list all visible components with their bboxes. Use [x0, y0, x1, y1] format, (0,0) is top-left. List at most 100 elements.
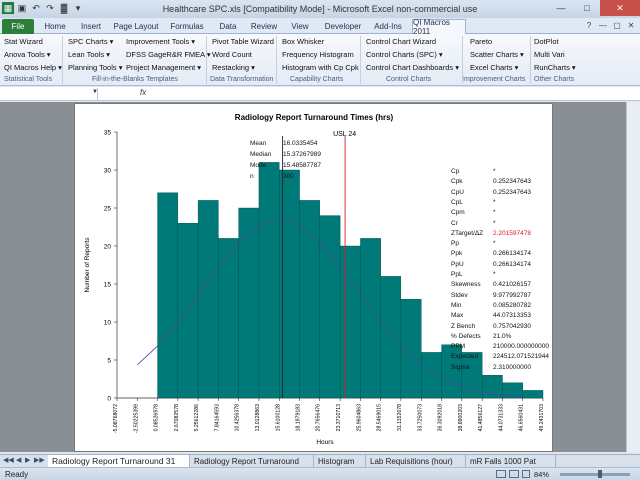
x-tick-label: 28.5469015 — [377, 404, 383, 432]
ribbon-control-charts-spc-button[interactable]: Control Charts (SPC) ▾ — [366, 50, 443, 59]
ribbon-anova-tools-button[interactable]: Anova Tools ▾ — [4, 50, 51, 59]
y-tick-label: 0 — [107, 396, 111, 403]
histogram-chart[interactable]: Radiology Report Turnaround Times (hrs) 0… — [74, 103, 553, 452]
capability-stat-value: 224512.071521944 — [493, 353, 550, 361]
ribbon-pareto-button[interactable]: Pareto — [470, 37, 492, 46]
sheet-tab[interactable]: Lab Requisitions (hour) — [366, 455, 466, 467]
close-icon[interactable]: ✕ — [600, 0, 640, 16]
fx-icon[interactable]: fx — [140, 88, 146, 97]
ribbon-minimize-icon[interactable]: — — [598, 19, 608, 31]
tab-file[interactable]: File — [2, 19, 34, 34]
ribbon-dotplot-button[interactable]: DotPlot — [534, 37, 559, 46]
ribbon-group-capability-charts: Capability Charts — [290, 76, 344, 83]
usl-label: USL 24 — [333, 131, 356, 138]
capability-stat-label: Cp — [451, 168, 460, 175]
capability-stat-label: Expected — [451, 353, 479, 361]
zoom-slider-thumb[interactable] — [598, 470, 602, 478]
x-tick-label: 46.6560431 — [519, 404, 525, 432]
page-layout-view-icon[interactable] — [509, 470, 519, 478]
histogram-bar — [522, 390, 544, 399]
prev-sheet-icon[interactable]: ◀ — [16, 456, 21, 464]
name-box[interactable] — [0, 88, 98, 100]
x-tick-label: 18.1979183 — [296, 404, 302, 432]
ribbon-restore-icon[interactable]: ▢ — [612, 19, 622, 31]
capability-stat-value: 0.085280782 — [493, 301, 531, 309]
ribbon-box-whisker-button[interactable]: Box Whisker — [282, 37, 324, 46]
ribbon-spc-charts-button[interactable]: SPC Charts ▾ — [68, 37, 113, 46]
zoom-level[interactable]: 84% — [534, 470, 549, 479]
help-icon[interactable]: ? — [584, 19, 594, 31]
histogram-bar — [238, 207, 260, 399]
mean-stat-label: Mean — [250, 140, 267, 147]
histogram-bar — [218, 238, 239, 399]
ribbon-control-chart-dashboards-button[interactable]: Control Chart Dashboards ▾ — [366, 63, 459, 72]
ribbon-restacking-button[interactable]: Restacking ▾ — [212, 63, 255, 72]
ribbon-lean-tools-button[interactable]: Lean Tools ▾ — [68, 50, 110, 59]
capability-stat-value: 0.757042930 — [493, 322, 531, 330]
ribbon-frequency-histogram-button[interactable]: Frequency Histogram — [282, 50, 354, 59]
ribbon-project-management-button[interactable]: Project Management ▾ — [126, 63, 201, 72]
capability-stat-label: Cpm — [451, 209, 465, 217]
name-box-dropdown-icon[interactable]: ▼ — [92, 89, 98, 95]
window-title: Healthcare SPC.xls [Compatibility Mode] … — [162, 4, 478, 14]
histogram-bar — [157, 192, 179, 399]
ribbon-group-separator — [360, 36, 361, 84]
y-tick-label: 10 — [104, 320, 112, 327]
page-break-view-icon[interactable] — [522, 470, 530, 478]
tab-add-ins[interactable]: Add-Ins — [370, 19, 406, 34]
capability-stat-label: CpU — [451, 188, 465, 196]
x-tick-label: 10.4256378 — [235, 404, 241, 432]
ribbon-excel-charts-button[interactable]: Excel Charts ▾ — [470, 63, 518, 72]
tab-insert[interactable]: Insert — [77, 19, 105, 34]
ribbon-word-count-button[interactable]: Word Count — [212, 50, 252, 59]
sheet-tab[interactable]: mR Falls 1000 Pat — [466, 455, 556, 467]
status-text: Ready — [5, 470, 29, 479]
ribbon-improvement-tools-button[interactable]: Improvement Tools ▾ — [126, 37, 195, 46]
tab-page-layout[interactable]: Page Layout — [112, 19, 160, 34]
minimize-icon[interactable]: — — [548, 0, 574, 16]
ribbon-control-chart-wizard-button[interactable]: Control Chart Wizard — [366, 37, 436, 46]
last-sheet-icon[interactable]: ▶▶ — [34, 456, 45, 464]
ribbon-qi-macros-help-button[interactable]: QI Macros Help ▾ — [4, 63, 62, 72]
ribbon-scatter-charts-button[interactable]: Scatter Charts ▾ — [470, 50, 524, 59]
ribbon-pivot-table-wizard-button[interactable]: Pivot Table Wizard — [212, 37, 274, 46]
capability-stat-label: ZTarget/ΔZ — [451, 229, 484, 237]
ribbon-planning-tools-button[interactable]: Planning Tools ▾ — [68, 63, 123, 72]
capability-stat-value: * — [493, 198, 496, 206]
tab-review[interactable]: Review — [248, 19, 280, 34]
tab-data[interactable]: Data — [215, 19, 241, 34]
ribbon-group-separator — [206, 36, 207, 84]
ribbon-multi-vari-button[interactable]: Multi Vari — [534, 50, 565, 59]
sheet-tab[interactable]: Radiology Report Turnaround 31 — [48, 455, 190, 467]
histogram-bar — [177, 222, 199, 399]
ribbon-stat-wizard-button[interactable]: Stat Wizard — [4, 37, 43, 46]
capability-stat-label: PPM — [451, 343, 466, 351]
capability-stat-label: Sigma — [451, 363, 470, 371]
tab-developer[interactable]: Developer — [322, 19, 364, 34]
ribbon-dfss-gager-r-fmea-button[interactable]: DFSS GageR&R FMEA ▾ — [126, 50, 211, 59]
tab-qi-macros-2011[interactable]: QI Macros 2011 — [412, 18, 466, 36]
ribbon-group-data-transformation: Data Transformation — [210, 76, 274, 83]
ribbon-window-icons: ? — ▢ ✕ — [584, 19, 636, 31]
ribbon-close-icon[interactable]: ✕ — [626, 19, 636, 31]
tab-view[interactable]: View — [286, 19, 314, 34]
ribbon-group-other-charts: Other Charts — [534, 76, 575, 83]
maximize-icon[interactable]: □ — [574, 0, 600, 16]
y-axis-label: Number of Reports — [84, 237, 91, 293]
mean-stat-label: n — [250, 173, 254, 180]
zoom-slider[interactable] — [560, 473, 630, 476]
ribbon-group-control-charts: Control Charts — [386, 76, 432, 83]
ribbon-group-separator — [276, 36, 277, 84]
ribbon-group-fill-in-the-blanks-templates: Fill-in-the-Blanks Templates — [92, 76, 178, 83]
normal-view-icon[interactable] — [496, 470, 506, 478]
ribbon-histogram-with-cp-cpk-button[interactable]: Histogram with Cp Cpk — [282, 63, 359, 72]
sheet-tab[interactable]: Radiology Report Turnaround — [190, 455, 314, 467]
next-sheet-icon[interactable]: ▶ — [25, 456, 30, 464]
sheet-tab[interactable]: Histogram — [314, 455, 366, 467]
capability-stat-value: * — [493, 168, 496, 175]
tab-formulas[interactable]: Formulas — [166, 19, 208, 34]
vertical-scrollbar[interactable] — [626, 102, 640, 452]
tab-home[interactable]: Home — [40, 19, 70, 34]
ribbon-runcharts-button[interactable]: RunCharts ▾ — [534, 63, 576, 72]
first-sheet-icon[interactable]: ◀◀ — [3, 456, 14, 464]
